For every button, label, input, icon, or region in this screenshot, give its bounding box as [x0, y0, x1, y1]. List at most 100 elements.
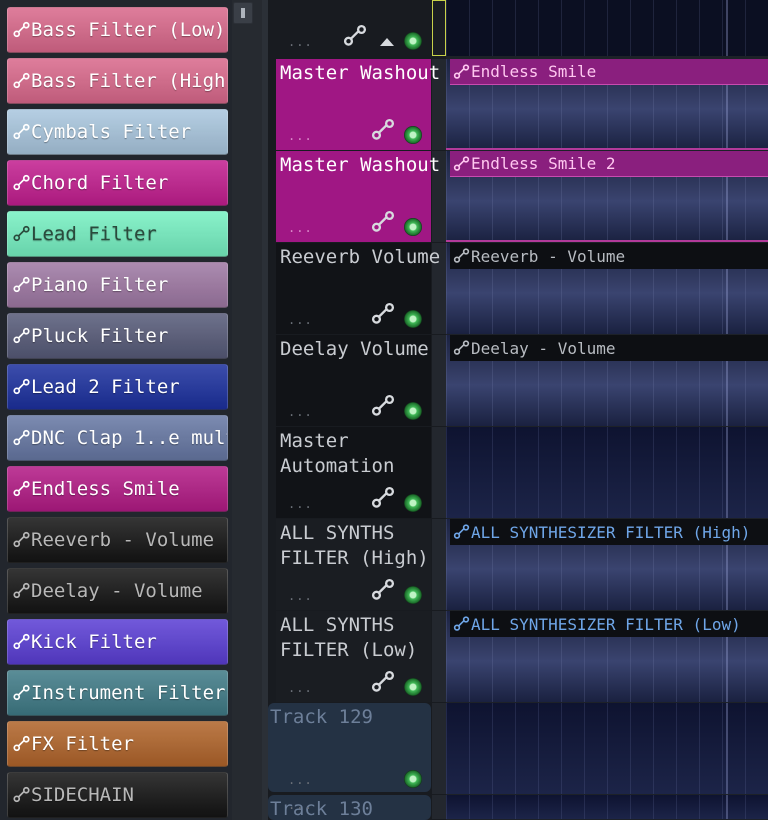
- automation-link-icon: [12, 326, 31, 346]
- pattern-item[interactable]: Kick Filter: [7, 619, 228, 665]
- pattern-item[interactable]: SIDECHAIN: [7, 772, 228, 818]
- picker-scroll-handle[interactable]: [233, 2, 253, 24]
- mute-led-icon[interactable]: [404, 586, 422, 604]
- track-header-grip[interactable]: [432, 519, 446, 610]
- pattern-item-label: Reeverb - Volume: [31, 529, 215, 551]
- clip-outline: [446, 240, 768, 242]
- mute-led-icon[interactable]: [404, 770, 422, 788]
- bar-marker-line: [726, 427, 728, 518]
- pattern-item-label: Kick Filter: [31, 631, 157, 653]
- pattern-item[interactable]: Pluck Filter: [7, 313, 228, 359]
- routing-cable-icon[interactable]: [368, 485, 398, 511]
- automation-clip-label: ALL SYNTHESIZER FILTER (High): [471, 522, 751, 542]
- automation-clip-label: ALL SYNTHESIZER FILTER (Low): [471, 614, 741, 634]
- pattern-item[interactable]: Reeverb - Volume: [7, 517, 228, 563]
- automation-link-icon: [452, 615, 471, 633]
- playlist-lane[interactable]: [446, 0, 768, 56]
- pattern-item[interactable]: DNC Clap 1..e multiplier: [7, 415, 228, 461]
- automation-clip[interactable]: ALL SYNTHESIZER FILTER (High): [450, 519, 768, 545]
- automation-clip[interactable]: Deelay - Volume: [450, 335, 768, 361]
- pattern-item[interactable]: Endless Smile: [7, 466, 228, 512]
- mute-led-icon[interactable]: [404, 310, 422, 328]
- up-arrow-icon[interactable]: [380, 38, 394, 46]
- bar-marker-line: [726, 0, 728, 56]
- track-more-dots: ...: [288, 129, 313, 143]
- automation-clip[interactable]: Endless Smile: [450, 59, 768, 85]
- track-header-grip[interactable]: [432, 703, 446, 794]
- pattern-item[interactable]: Lead 2 Filter: [7, 364, 228, 410]
- automation-link-icon: [12, 734, 31, 754]
- pattern-item[interactable]: Deelay - Volume: [7, 568, 228, 614]
- automation-link-icon: [452, 155, 471, 173]
- picker-scrollbar[interactable]: [232, 0, 262, 820]
- automation-link-icon: [12, 428, 31, 448]
- automation-link-icon: [12, 530, 31, 550]
- track-title: Reeverb Volume: [280, 246, 441, 268]
- track-title: ALL SYNTHS: [280, 522, 395, 544]
- automation-clip[interactable]: Endless Smile 2: [450, 151, 768, 177]
- routing-cable-icon[interactable]: [368, 577, 398, 603]
- mute-led-icon[interactable]: [404, 32, 422, 50]
- automation-link-icon: [452, 523, 471, 541]
- automation-link-icon: [12, 173, 31, 193]
- automation-clip[interactable]: Reeverb - Volume: [450, 243, 768, 269]
- pattern-item-label: Bass Filter (High): [31, 70, 228, 92]
- track-header-grip[interactable]: [432, 0, 446, 56]
- routing-cable-icon[interactable]: [368, 669, 398, 695]
- pattern-item-label: Lead Filter: [31, 223, 157, 245]
- automation-clip[interactable]: ALL SYNTHESIZER FILTER (Low): [450, 611, 768, 637]
- automation-link-icon: [12, 20, 31, 40]
- track-title: Master Washout 2: [280, 154, 464, 176]
- track-header-grip[interactable]: [432, 611, 446, 702]
- playlist-lane[interactable]: [446, 427, 768, 518]
- mute-led-icon[interactable]: [404, 218, 422, 236]
- routing-cable-icon[interactable]: [368, 117, 398, 143]
- automation-link-icon: [12, 632, 31, 652]
- pattern-item-label: Cymbals Filter: [31, 121, 192, 143]
- pattern-item[interactable]: Chord Filter: [7, 160, 228, 206]
- pattern-item[interactable]: Bass Filter (Low): [7, 7, 228, 53]
- track-title: Master Washout: [280, 62, 441, 84]
- pattern-item[interactable]: Piano Filter: [7, 262, 228, 308]
- pattern-item[interactable]: FX Filter: [7, 721, 228, 767]
- mute-led-icon[interactable]: [404, 494, 422, 512]
- automation-link-icon: [12, 275, 31, 295]
- track-title: FILTER (High): [280, 547, 429, 569]
- pattern-item-label: Instrument Filter: [31, 682, 226, 704]
- routing-cable-icon[interactable]: [368, 393, 398, 419]
- track-header-grip[interactable]: [432, 795, 446, 819]
- automation-clip-label: Endless Smile 2: [471, 154, 616, 173]
- playlist-lane[interactable]: [446, 703, 768, 794]
- pattern-item-label: SIDECHAIN: [31, 784, 134, 806]
- playlist-lane[interactable]: [446, 795, 768, 819]
- mute-led-icon[interactable]: [404, 678, 422, 696]
- track-title: Automation: [280, 455, 395, 477]
- pattern-item[interactable]: Lead Filter: [7, 211, 228, 257]
- pattern-item-label: Bass Filter (Low): [31, 19, 226, 41]
- pattern-item-label: Chord Filter: [31, 172, 169, 194]
- track-more-dots: ...: [288, 221, 313, 235]
- track-more-dots: ...: [288, 35, 313, 49]
- pattern-item-label: Pluck Filter: [31, 325, 169, 347]
- pattern-item[interactable]: Bass Filter (High): [7, 58, 228, 104]
- routing-cable-icon[interactable]: [368, 301, 398, 327]
- automation-link-icon: [452, 247, 471, 265]
- automation-link-icon: [12, 581, 31, 601]
- automation-link-icon: [452, 339, 471, 357]
- pattern-item[interactable]: Instrument Filter: [7, 670, 228, 716]
- routing-cable-icon[interactable]: [340, 23, 370, 49]
- track-more-dots: ...: [288, 681, 313, 695]
- mute-led-icon[interactable]: [404, 402, 422, 420]
- pattern-item[interactable]: Cymbals Filter: [7, 109, 228, 155]
- automation-clip-label: Deelay - Volume: [471, 338, 616, 358]
- track-header-grip[interactable]: [432, 335, 446, 426]
- track-more-dots: ...: [288, 313, 313, 327]
- routing-cable-icon[interactable]: [368, 209, 398, 235]
- track-title: Track 129: [270, 706, 373, 728]
- track-more-dots: ...: [288, 497, 313, 511]
- track-header-grip[interactable]: [432, 427, 446, 518]
- bar-marker-line: [726, 795, 728, 819]
- mute-led-icon[interactable]: [404, 126, 422, 144]
- automation-link-icon: [12, 71, 31, 91]
- pattern-item-label: Endless Smile: [31, 478, 180, 500]
